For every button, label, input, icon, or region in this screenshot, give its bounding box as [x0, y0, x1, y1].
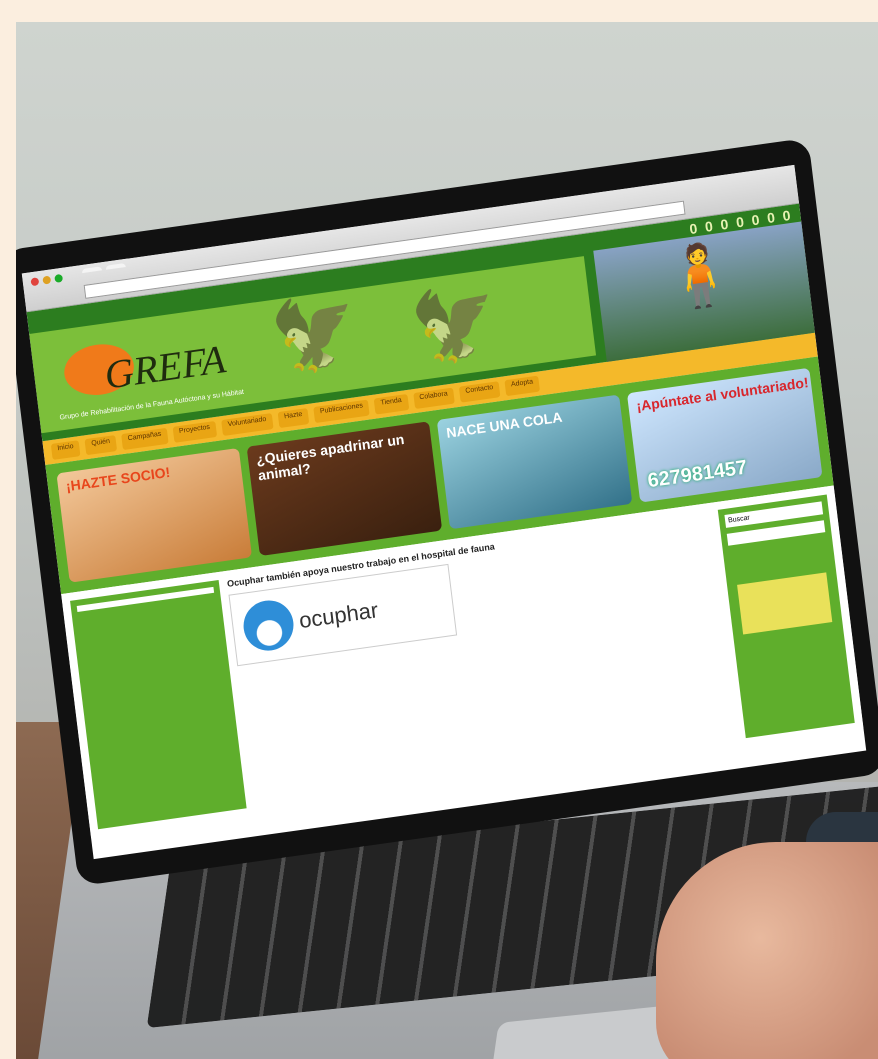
- browser-tabs: [81, 262, 126, 274]
- nav-item[interactable]: Tienda: [374, 394, 409, 415]
- window-controls[interactable]: [30, 273, 64, 287]
- laptop-screen: 0 0 0 0 0 0 0 GREFA 🦅 🦅 Grupo de Rehabil…: [21, 164, 867, 860]
- maximize-icon[interactable]: [54, 273, 64, 283]
- promo-title: ¡HAZTE SOCIO!: [65, 463, 172, 495]
- sidebar-ad[interactable]: [737, 572, 833, 635]
- promo-socio[interactable]: ¡HAZTE SOCIO!: [56, 447, 253, 583]
- promo-title: NACE UNA COLA: [445, 408, 564, 441]
- right-sidebar: Buscar: [717, 494, 855, 739]
- nav-item[interactable]: Voluntariado: [221, 413, 274, 437]
- promo-title: ¡Apúntate al voluntariado!: [635, 374, 810, 415]
- promo-phone: 627981457: [646, 456, 749, 493]
- close-icon[interactable]: [30, 277, 40, 287]
- browser-tab[interactable]: [105, 262, 126, 270]
- nav-item[interactable]: Hazte: [277, 407, 310, 429]
- eagle-icon: 🦅: [267, 289, 363, 380]
- site-logo[interactable]: GREFA: [102, 335, 228, 399]
- nav-item[interactable]: Contacto: [458, 381, 501, 403]
- nav-item[interactable]: Quién: [84, 435, 118, 456]
- left-sidebar: [70, 580, 247, 830]
- nav-item[interactable]: Colabora: [412, 387, 455, 410]
- ocuphar-icon: [240, 597, 297, 654]
- sidebar-box: [76, 586, 215, 612]
- falconer-figure-icon: 🧍: [658, 237, 741, 315]
- minimize-icon[interactable]: [42, 275, 52, 285]
- eagle-icon: 🦅: [406, 279, 503, 370]
- promo-apadrina[interactable]: ¿Quieres apadrinar un animal?: [246, 421, 443, 557]
- nav-item[interactable]: Adopta: [504, 375, 541, 397]
- nav-item[interactable]: Inicio: [50, 440, 81, 460]
- browser-tab[interactable]: [81, 266, 102, 274]
- promo-voluntariado[interactable]: ¡Apúntate al voluntariado! 627981457: [626, 367, 823, 503]
- sponsor-name: ocuphar: [297, 597, 380, 634]
- promo-title: ¿Quieres apadrinar un animal?: [255, 430, 406, 484]
- promo-nace[interactable]: NACE UNA COLA: [436, 394, 633, 530]
- nav-item[interactable]: Campañas: [121, 427, 169, 451]
- nav-item[interactable]: Proyectos: [172, 420, 218, 443]
- laptop-photo: 0 0 0 0 0 0 0 GREFA 🦅 🦅 Grupo de Rehabil…: [16, 22, 878, 1059]
